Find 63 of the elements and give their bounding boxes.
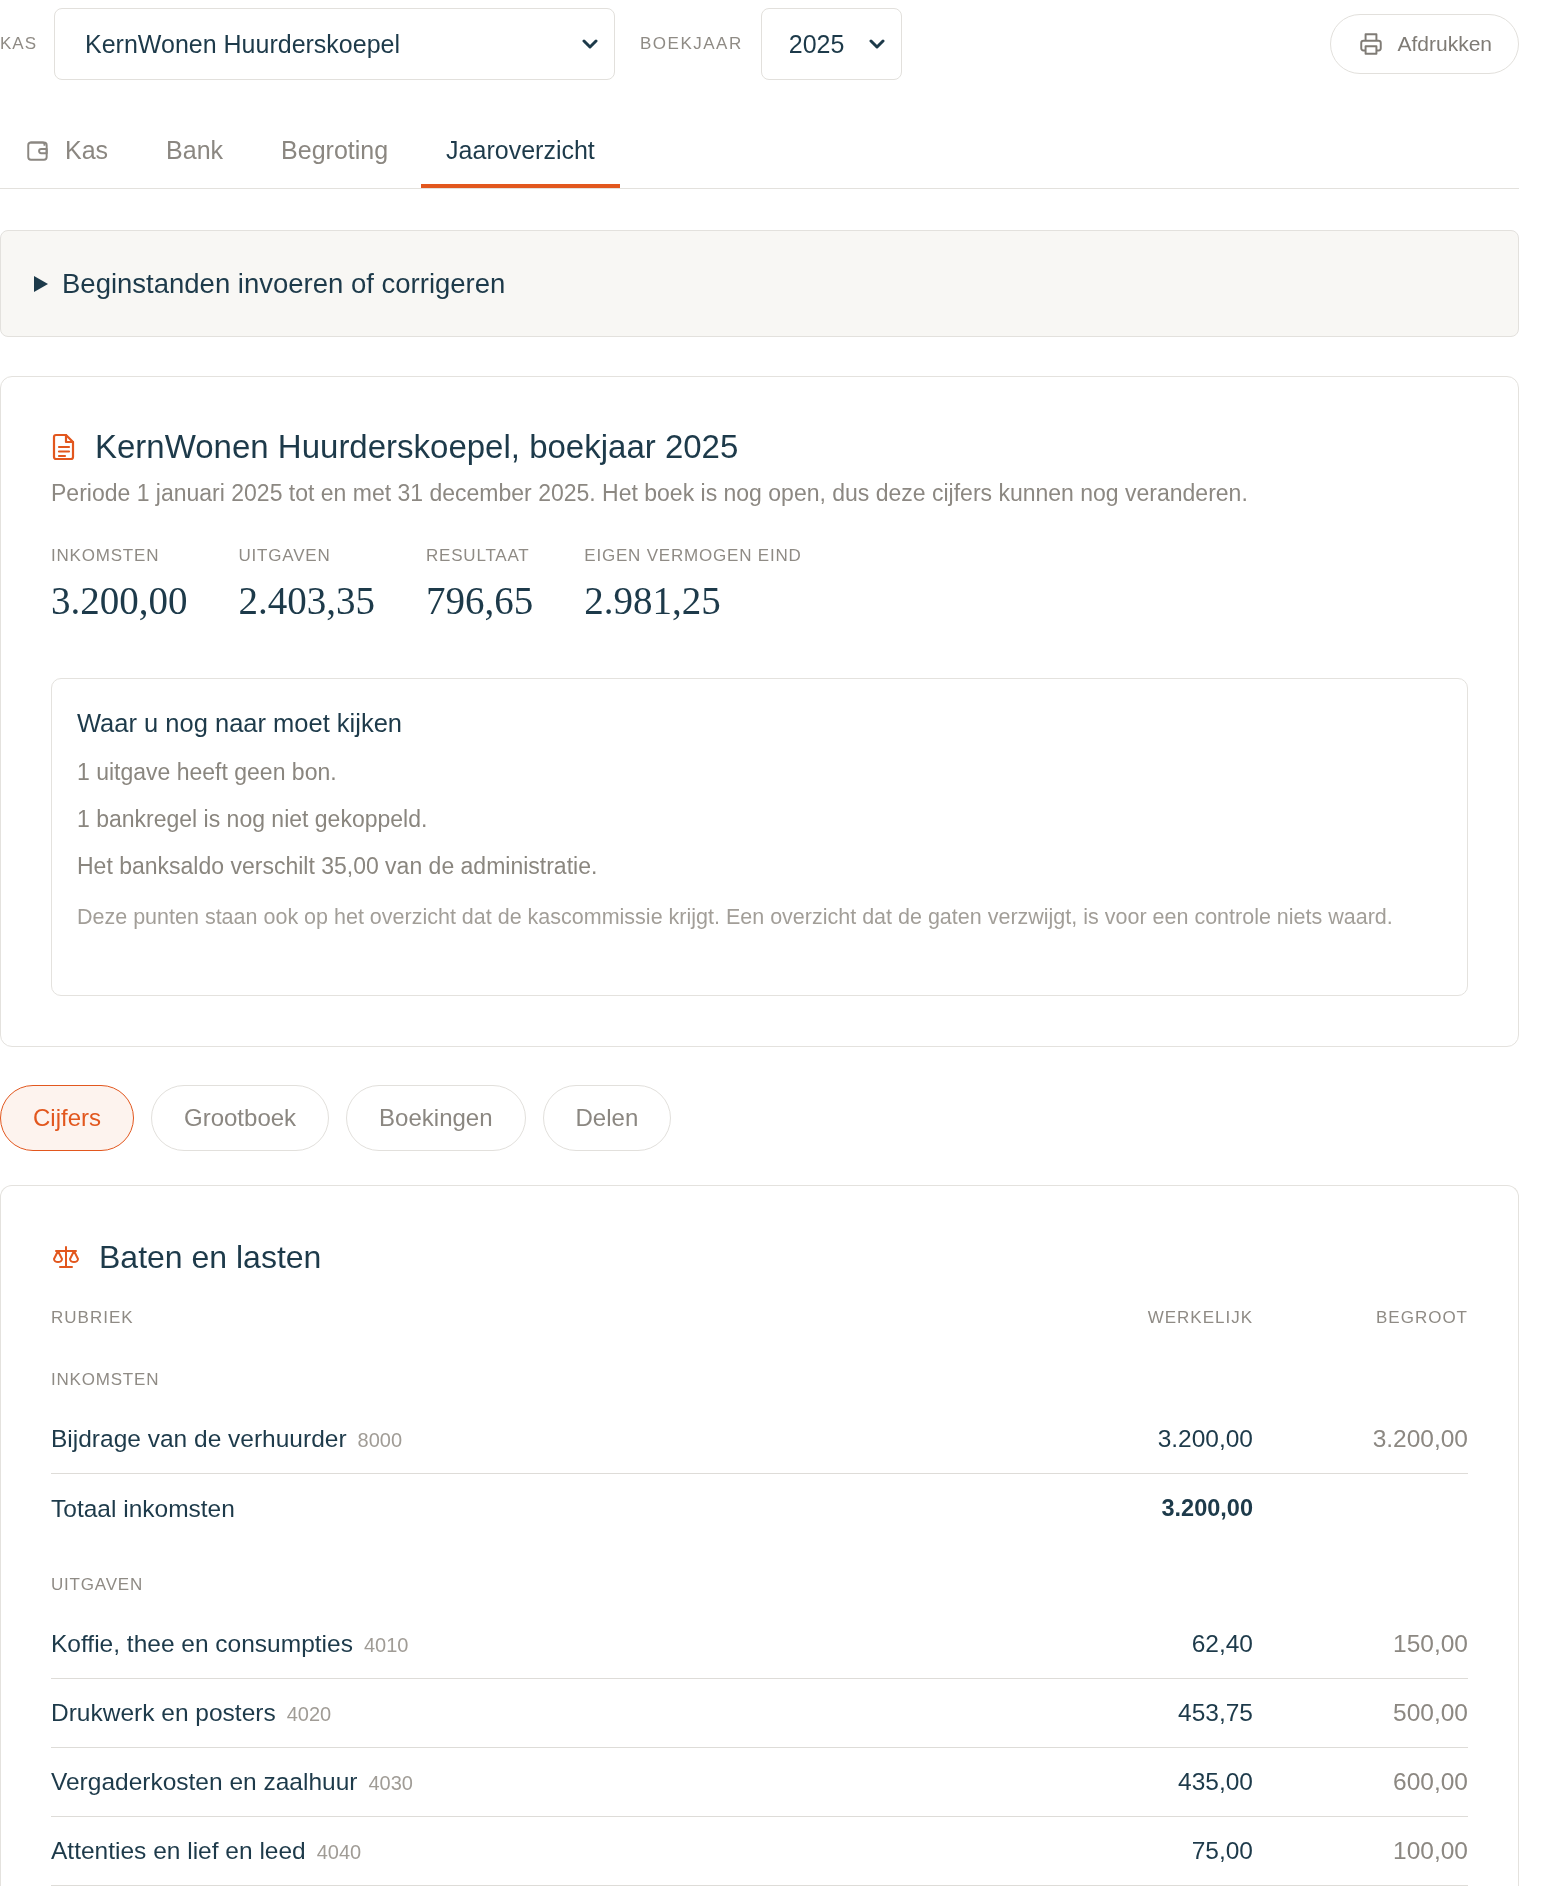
chevron-down-icon bbox=[868, 39, 885, 49]
actual-amount: 435,00 bbox=[1178, 1768, 1253, 1796]
view-pill[interactable]: Cijfers bbox=[0, 1085, 134, 1151]
column-header: BEGROOT bbox=[1376, 1308, 1468, 1328]
actual-amount: 75,00 bbox=[1191, 1837, 1253, 1865]
account-code: 4010 bbox=[363, 1634, 409, 1657]
stat-label: RESULTAAT bbox=[426, 545, 530, 567]
stat-label: UITGAVEN bbox=[238, 545, 331, 567]
checklist-item: 1 bankregel is nog niet gekoppeld. bbox=[77, 805, 429, 834]
actual-amount: 453,75 bbox=[1178, 1699, 1253, 1727]
cash-book-select[interactable]: KernWonen Huurderskoepel bbox=[54, 8, 616, 80]
account-code: 4030 bbox=[368, 1772, 413, 1795]
budget-amount: 150,00 bbox=[1393, 1630, 1468, 1658]
actual-amount: 62,40 bbox=[1191, 1630, 1253, 1658]
stat-value: 2.403,35 bbox=[238, 578, 375, 624]
stat-value: 2.981,25 bbox=[584, 578, 721, 624]
view-pill[interactable]: Delen bbox=[542, 1085, 672, 1151]
group-label: INKOMSTEN bbox=[51, 1370, 160, 1390]
card-title: KernWonen Huurderskoepel, boekjaar 2025 bbox=[95, 427, 739, 467]
stat-value: 3.200,00 bbox=[51, 578, 188, 624]
total-amount: 3.200,00 bbox=[1161, 1495, 1253, 1522]
year-select[interactable]: 2025 bbox=[760, 8, 902, 80]
account-name: Vergaderkosten en zaalhuur bbox=[51, 1768, 358, 1796]
account-name: Bijdrage van de verhuurder bbox=[51, 1425, 347, 1453]
view-pill[interactable]: Grootboek bbox=[151, 1085, 330, 1151]
group-label: UITGAVEN bbox=[51, 1575, 144, 1595]
checklist-item: 1 uitgave heeft geen bon. bbox=[77, 758, 338, 787]
document-icon bbox=[52, 433, 76, 461]
chevron-down-icon bbox=[582, 39, 599, 49]
disclosure-summary[interactable]: Beginstanden invoeren of corrigeren bbox=[0, 230, 1519, 337]
print-button[interactable]: Afdrukken bbox=[1330, 14, 1519, 74]
tab[interactable]: Bank bbox=[141, 110, 249, 188]
tab[interactable]: Kas bbox=[0, 110, 134, 188]
budget-amount: 3.200,00 bbox=[1372, 1425, 1468, 1453]
column-header: WERKELIJK bbox=[1147, 1308, 1253, 1328]
tab[interactable]: Jaaroverzicht bbox=[421, 110, 620, 188]
account-name: Attenties en lief en leed bbox=[51, 1837, 306, 1865]
total-label: Totaal inkomsten bbox=[51, 1494, 235, 1523]
account-code: 4020 bbox=[286, 1703, 332, 1726]
stat-label: INKOMSTEN bbox=[51, 545, 160, 567]
scale-icon bbox=[52, 1245, 80, 1269]
tab[interactable]: Begroting bbox=[256, 110, 414, 188]
actual-amount: 3.200,00 bbox=[1157, 1425, 1253, 1453]
budget-amount: 500,00 bbox=[1393, 1699, 1468, 1727]
section-title: Baten en lasten bbox=[99, 1238, 322, 1277]
view-pill[interactable]: Boekingen bbox=[346, 1085, 526, 1151]
printer-icon bbox=[1358, 31, 1385, 57]
checklist-title: Waar u nog naar moet kijken bbox=[77, 708, 404, 738]
period-text: Periode 1 januari 2025 tot en met 31 december 2025. Het boek is nog open, dus deze cijfers kunnen nog veranderen. bbox=[51, 479, 1249, 507]
column-header: RUBRIEK bbox=[51, 1308, 134, 1328]
stat-label: EIGEN VERMOGEN EIND bbox=[584, 545, 802, 567]
account-name: Koffie, thee en consumpties bbox=[51, 1630, 353, 1658]
checklist-note: Deze punten staan ook op het overzicht dat de kascommissie krijgt. Een overzicht dat de gaten verzwijgt, is voor een controle niets waard. bbox=[77, 904, 1394, 930]
account-code: 8000 bbox=[357, 1429, 403, 1452]
budget-amount: 100,00 bbox=[1393, 1837, 1468, 1865]
disclosure-triangle-icon bbox=[34, 275, 48, 292]
field-label: KAS bbox=[0, 34, 38, 54]
field-label: BOEKJAAR bbox=[640, 34, 743, 54]
account-name: Drukwerk en posters bbox=[51, 1699, 276, 1727]
checklist-item: Het banksaldo verschilt 35,00 van de administratie. bbox=[77, 852, 599, 881]
account-code: 4040 bbox=[316, 1841, 362, 1864]
budget-amount: 600,00 bbox=[1393, 1768, 1468, 1796]
stat-value: 796,65 bbox=[426, 578, 534, 624]
